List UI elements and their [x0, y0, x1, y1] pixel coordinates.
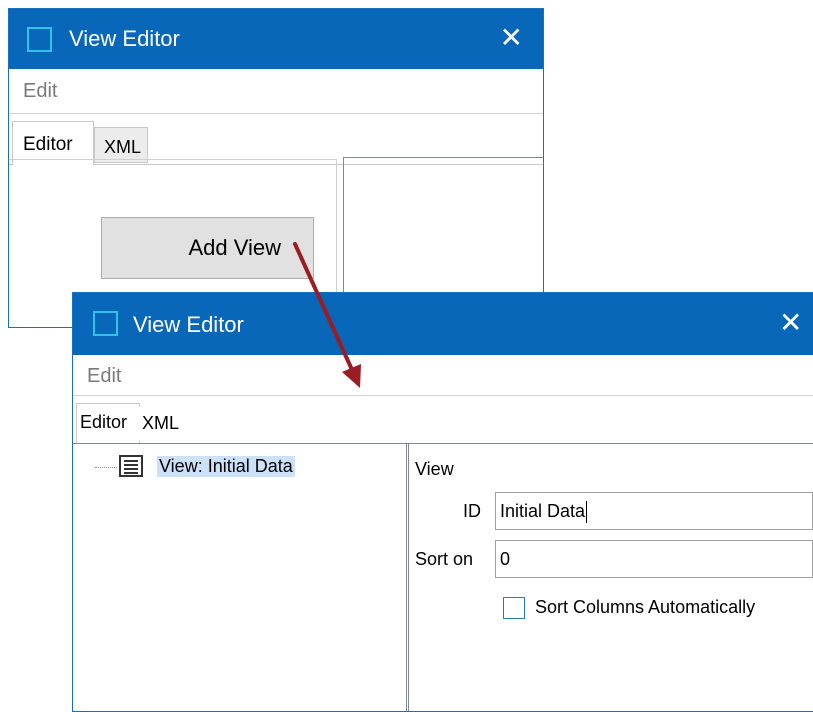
group-label-view: View	[415, 459, 454, 479]
window-title: View Editor	[133, 312, 244, 337]
add-view-button[interactable]: Add View	[101, 217, 314, 279]
window-icon	[93, 311, 118, 336]
sort-on-label: Sort on	[415, 549, 474, 569]
title-bar[interactable]: View Editor ✕	[73, 293, 813, 355]
tab-xml[interactable]: XML	[94, 127, 148, 163]
id-value: Initial Data	[500, 501, 586, 521]
tree-pane	[73, 443, 409, 711]
menu-edit[interactable]: Edit	[87, 365, 121, 388]
list-view-icon	[119, 455, 143, 477]
title-bar[interactable]: View Editor ✕	[9, 9, 543, 69]
sort-columns-label: Sort Columns Automatically	[535, 597, 756, 617]
close-icon[interactable]: ✕	[779, 306, 802, 339]
tab-xml[interactable]: XML	[139, 407, 183, 441]
id-label: ID	[463, 501, 481, 521]
menu-bar: Edit	[73, 355, 813, 396]
view-editor-window-front: View Editor ✕ Edit Editor XML View: Init…	[72, 292, 813, 712]
menu-bar: Edit	[9, 69, 543, 114]
tree-connector	[95, 467, 117, 468]
sort-columns-checkbox[interactable]	[503, 597, 525, 619]
tab-editor[interactable]: Editor	[76, 403, 140, 443]
text-caret	[586, 501, 588, 524]
sort-on-field[interactable]: 0	[495, 540, 813, 578]
view-editor-window-back: View Editor ✕ Edit Editor XML Add View	[8, 8, 544, 328]
close-icon[interactable]: ✕	[500, 21, 523, 54]
menu-edit[interactable]: Edit	[23, 80, 57, 103]
window-icon	[27, 27, 52, 52]
id-field[interactable]: Initial Data	[495, 492, 813, 530]
tree-item-view-initial-data[interactable]: View: Initial Data	[157, 456, 295, 477]
window-title: View Editor	[69, 26, 180, 51]
